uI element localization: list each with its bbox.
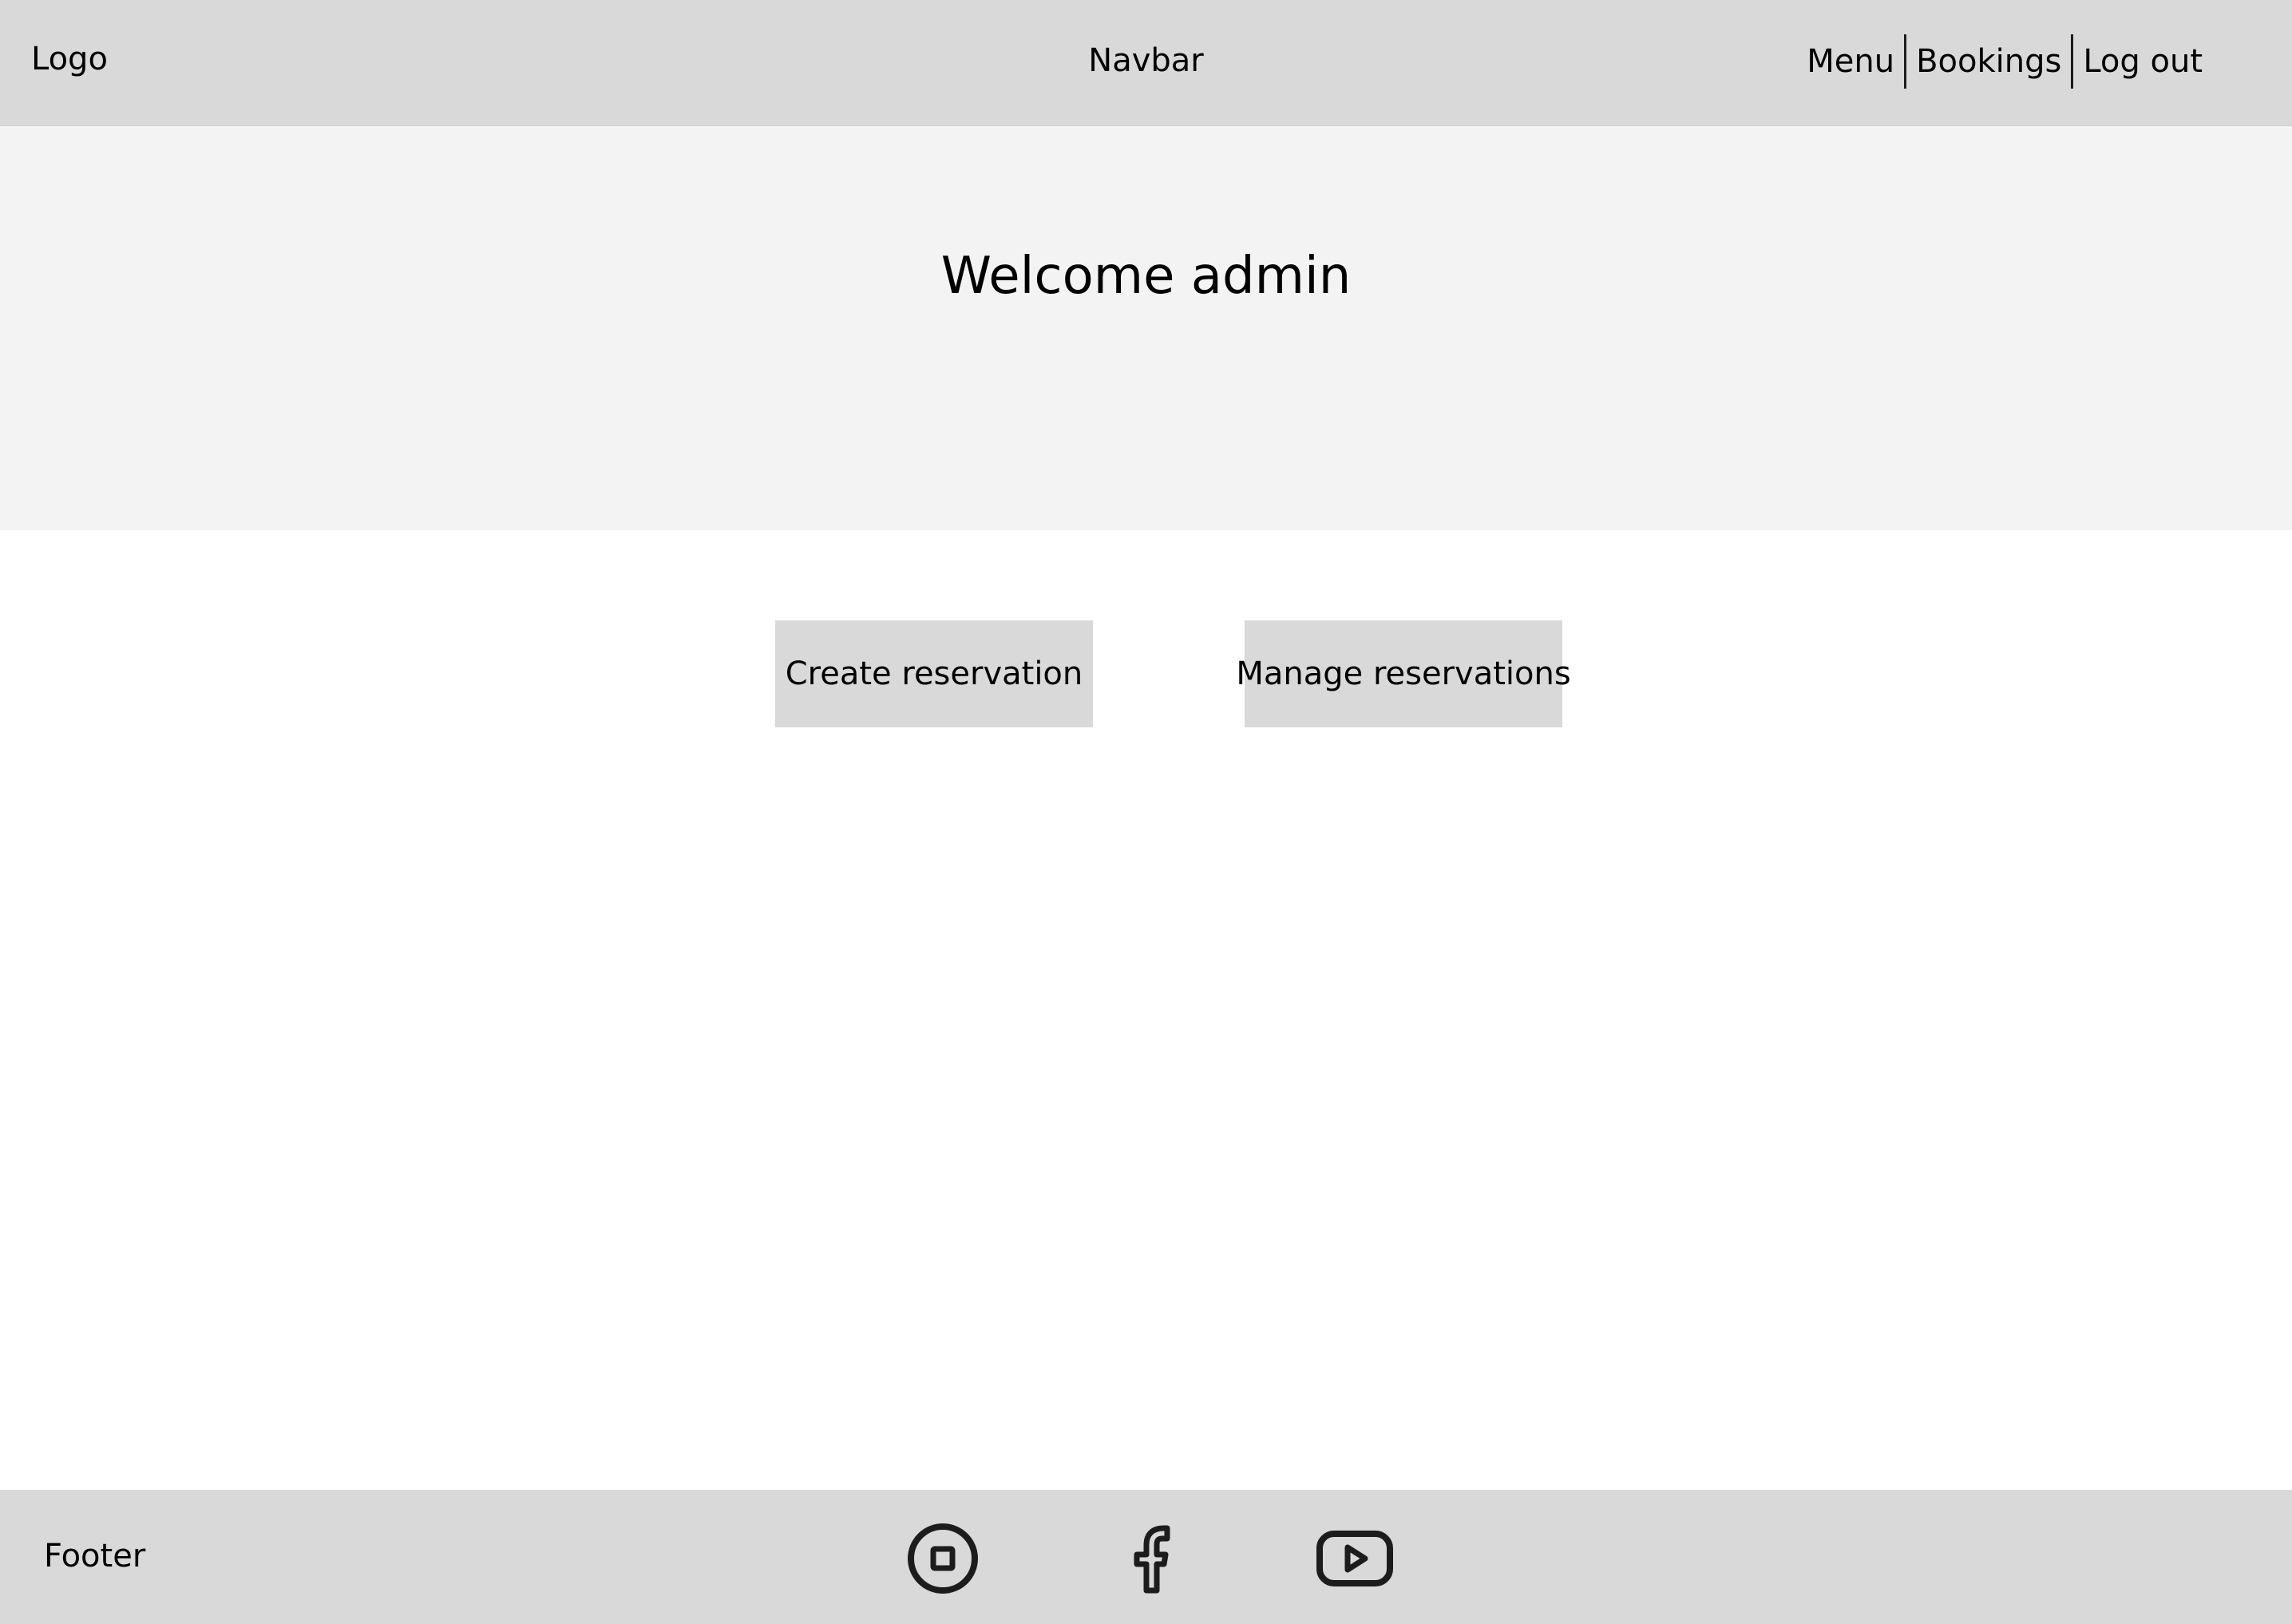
manage-reservations-button[interactable]: Manage reservations [1236, 620, 1571, 727]
nav-link-bookings[interactable]: Bookings [1906, 34, 2071, 89]
nav-link-menu[interactable]: Menu [1797, 34, 1904, 89]
hero-section: Welcome admin [0, 126, 2292, 530]
youtube-icon[interactable] [1315, 1523, 1395, 1594]
facebook-icon[interactable] [1114, 1523, 1186, 1594]
instagram-icon[interactable] [907, 1523, 979, 1594]
footer-label: Footer [44, 1538, 146, 1574]
navbar: Logo Navbar Menu Bookings Log out [0, 0, 2292, 126]
nav-link-log-out[interactable]: Log out [2073, 34, 2212, 89]
page: Logo Navbar Menu Bookings Log out Welcom… [0, 0, 2292, 1624]
create-reservation-button[interactable]: Create reservation [775, 620, 1093, 727]
footer: Footer [0, 1490, 2292, 1624]
page-title: Welcome admin [940, 247, 1352, 306]
nav-links: Menu Bookings Log out [1797, 34, 2212, 89]
